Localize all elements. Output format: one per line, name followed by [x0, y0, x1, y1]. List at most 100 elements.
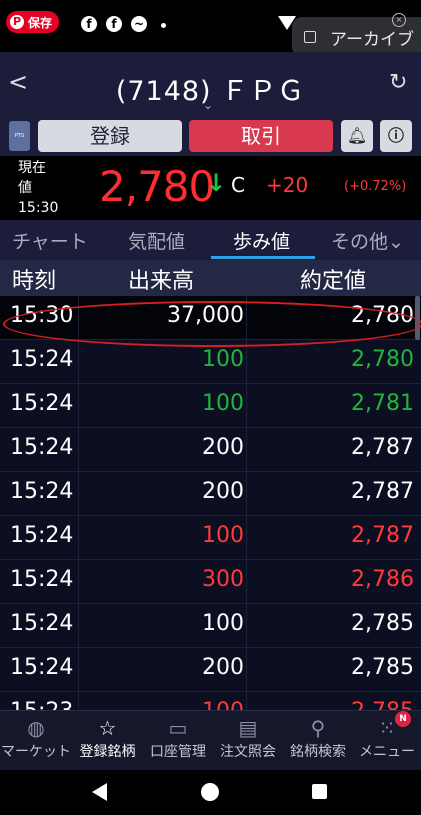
- facebook-icon: f: [106, 16, 122, 32]
- bell-icon[interactable]: 🔔︎: [341, 120, 373, 152]
- cell-volume: 300: [202, 567, 244, 592]
- archive-icon: [304, 31, 316, 43]
- nav-item-star[interactable]: ☆ 登録銘柄: [72, 711, 143, 771]
- cell-volume: 100: [202, 391, 244, 416]
- cell-time: 15:24: [10, 347, 74, 372]
- system-home-icon[interactable]: [201, 783, 219, 801]
- table-row[interactable]: 15:24 100 2,787: [0, 516, 421, 560]
- close-mark: C: [231, 173, 245, 197]
- cell-volume: 200: [202, 435, 244, 460]
- close-icon[interactable]: ×: [392, 13, 406, 27]
- tab-bar: チャート 気配値 歩み値 その他⌄: [0, 220, 421, 260]
- table-row[interactable]: 15:24 200 2,787: [0, 428, 421, 472]
- trade-button[interactable]: 取引: [189, 120, 333, 152]
- nav-item-globe[interactable]: ◍ マーケット: [0, 711, 72, 771]
- pin-save-label: 保存: [28, 15, 53, 30]
- cell-time: 15:24: [10, 523, 74, 548]
- tab-tick-history[interactable]: 歩み値: [233, 227, 290, 254]
- price-label-line1: 現在: [18, 160, 46, 176]
- active-tab-indicator: [211, 256, 315, 259]
- cell-price: 2,780: [351, 347, 414, 372]
- cell-volume: 100: [80, 699, 244, 710]
- status-bar: P 保存 f f ~ アーカイブ ×: [0, 0, 421, 57]
- column-divider: [78, 692, 79, 710]
- nav-label: 登録銘柄: [79, 744, 136, 760]
- tab-other[interactable]: その他⌄: [331, 227, 404, 254]
- bottom-navigation: ◍ マーケット ☆ 登録銘柄 ▭ 口座管理 ▤ 注文照会 ⚲ 銘柄検索 ⁙ N メニュー: [0, 710, 421, 770]
- cell-price: 2,786: [351, 567, 414, 592]
- price-change: +20: [266, 173, 309, 197]
- cell-price: 2,787: [351, 479, 414, 504]
- cell-time: 15:24: [10, 391, 74, 416]
- column-divider: [78, 516, 79, 560]
- register-button[interactable]: 登録: [38, 120, 182, 152]
- tab-quotes[interactable]: 気配値: [128, 227, 185, 254]
- card-icon: ▭: [168, 716, 188, 740]
- cell-price: 2,785: [351, 655, 414, 680]
- cell-time: 15:24: [10, 435, 74, 460]
- cell-price: 2,780: [351, 303, 414, 328]
- pinterest-icon: P: [10, 15, 24, 29]
- down-arrow-icon: ↓: [206, 169, 227, 197]
- price-label-line2: 値: [18, 180, 32, 196]
- column-divider: [78, 296, 79, 340]
- nav-item-search[interactable]: ⚲ 銘柄検索: [283, 711, 353, 771]
- table-row[interactable]: 15:23 1002,785: [0, 692, 421, 710]
- cell-volume: 200: [202, 655, 244, 680]
- cell-price: 2,785: [351, 611, 414, 636]
- star-icon: ☆: [98, 716, 117, 740]
- column-divider: [78, 428, 79, 472]
- column-divider: [78, 472, 79, 516]
- refresh-icon[interactable]: ↻: [389, 70, 407, 95]
- table-row[interactable]: 15:24 100 2,781: [0, 384, 421, 428]
- table-row[interactable]: 15:24 200 2,787: [0, 472, 421, 516]
- price-change-percent: (+0.72%): [344, 179, 407, 194]
- nav-item-card[interactable]: ▭ 口座管理: [143, 711, 213, 771]
- cell-time: 15:24: [10, 479, 74, 504]
- globe-icon: ◍: [27, 716, 45, 740]
- tab-chart[interactable]: チャート: [12, 227, 88, 254]
- archive-popup[interactable]: アーカイブ ×: [292, 13, 421, 57]
- pinterest-save-button[interactable]: P 保存: [6, 11, 60, 33]
- notification-dot-icon: [161, 23, 166, 28]
- archive-label: アーカイブ: [330, 29, 414, 50]
- column-header-time: 時刻: [12, 269, 57, 294]
- cell-price: 2,787: [351, 435, 414, 460]
- current-price: 2,780: [99, 162, 215, 211]
- cell-price: 2,787: [351, 523, 414, 548]
- tick-table[interactable]: 15:30 37,000 2,780 15:24 100 2,780 15:24 100 2,7…: [0, 296, 421, 710]
- current-price-label: 現在 値 15:30: [18, 158, 68, 218]
- cell-volume: 100: [202, 523, 244, 548]
- current-price-panel: 現在 値 15:30 2,780 ↓ C +20 (+0.72%): [0, 156, 421, 220]
- nav-label: 銘柄検索: [290, 744, 346, 760]
- system-back-icon[interactable]: [92, 783, 107, 801]
- chevron-down-icon[interactable]: ⌄: [203, 98, 213, 112]
- nav-item-document[interactable]: ▤ 注文照会: [213, 711, 283, 771]
- info-icon[interactable]: ⓘ: [380, 120, 412, 152]
- table-row[interactable]: 15:24 200 2,785: [0, 648, 421, 692]
- nav-item-grid[interactable]: ⁙ N メニュー: [353, 711, 421, 771]
- cell-time: 15:23: [10, 699, 73, 710]
- price-time: 15:30: [18, 200, 59, 216]
- table-row[interactable]: 15:24 100 2,780: [0, 340, 421, 384]
- table-row[interactable]: 15:24 300 2,786: [0, 560, 421, 604]
- cell-volume: 200: [202, 479, 244, 504]
- scrollbar[interactable]: [415, 296, 420, 340]
- action-bar: PTS 登録 取引 🔔︎ ⓘ: [0, 116, 421, 156]
- table-row[interactable]: 15:24 100 2,785: [0, 604, 421, 648]
- system-recents-icon[interactable]: [312, 784, 327, 799]
- cell-volume: 100: [202, 347, 244, 372]
- table-row[interactable]: 15:30 37,000 2,780: [0, 296, 421, 340]
- cell-price: 2,781: [351, 391, 414, 416]
- search-icon: ⚲: [310, 716, 326, 740]
- cell-volume: 37,000: [167, 303, 244, 328]
- document-icon: ▤: [238, 716, 258, 740]
- pts-toggle[interactable]: PTS: [9, 121, 30, 151]
- column-header-price: 約定値: [300, 269, 367, 294]
- new-badge: N: [395, 711, 411, 727]
- column-divider: [78, 340, 79, 384]
- cell-price: 2,785: [244, 699, 414, 710]
- cell-time: 15:30: [10, 303, 74, 328]
- column-divider: [78, 604, 79, 648]
- nav-label: メニュー: [359, 744, 415, 760]
